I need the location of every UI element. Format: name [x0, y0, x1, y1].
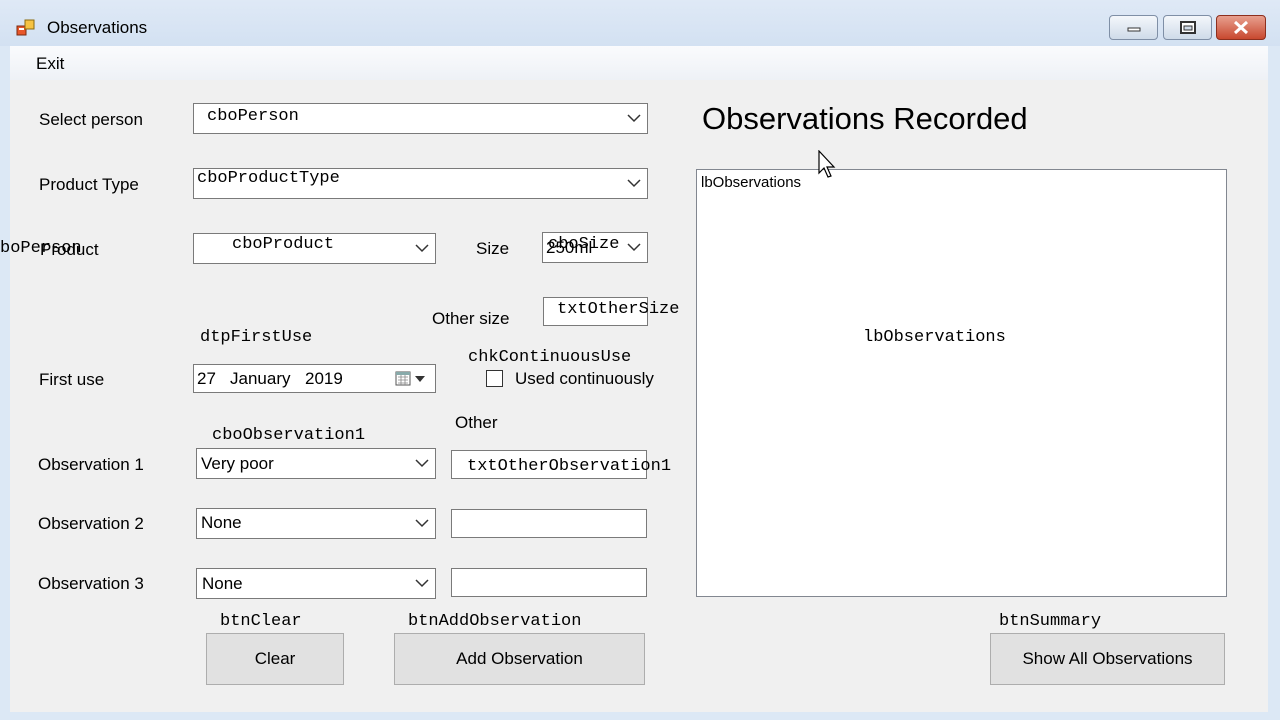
- select-person-label: Select person: [39, 110, 143, 129]
- observation3-label: Observation 3: [38, 574, 144, 593]
- show-all-observations-button[interactable]: Show All Observations: [990, 633, 1225, 685]
- used-continuously-label: Used continuously: [515, 369, 654, 388]
- person-design-name-overlap: boPerson: [0, 239, 82, 258]
- clear-button[interactable]: Clear: [206, 633, 344, 685]
- add-observation-button[interactable]: Add Observation: [394, 633, 645, 685]
- product-type-label: Product Type: [39, 175, 139, 194]
- chevron-down-icon: [415, 244, 429, 253]
- observations-listbox[interactable]: lbObservations lbObservations: [696, 169, 1227, 597]
- close-button[interactable]: [1216, 15, 1266, 40]
- product-type-combo-value: cboProductType: [197, 169, 340, 188]
- observation3-combo-value: None: [202, 574, 243, 593]
- observation1-other-field-value: txtOtherObservation1: [467, 457, 672, 476]
- observations-list-name-center: lbObservations: [863, 328, 1006, 347]
- product-type-combo[interactable]: cboProductType: [193, 168, 648, 199]
- size-design-name: cboSize: [548, 235, 620, 254]
- first-use-label: First use: [39, 370, 105, 389]
- chevron-down-icon: [415, 459, 429, 468]
- add-observation-design-name: btnAddObservation: [408, 612, 582, 631]
- other-size-label: Other size: [432, 309, 510, 328]
- size-combo[interactable]: 250ml cboSize: [542, 232, 648, 263]
- calendar-dropdown-icon[interactable]: [395, 371, 429, 387]
- first-use-year: 2019: [305, 369, 343, 388]
- menu-exit[interactable]: Exit: [36, 54, 64, 74]
- product-combo-value: cboProduct: [232, 235, 335, 254]
- person-combo-value: cboPerson: [207, 107, 299, 126]
- observation2-combo[interactable]: None: [196, 508, 436, 539]
- observation1-combo-value: Very poor: [201, 454, 274, 473]
- close-icon: [1233, 20, 1249, 35]
- observations-list-name-top: lbObservations: [701, 174, 802, 191]
- observation3-combo[interactable]: None: [196, 568, 436, 599]
- observation2-other-field[interactable]: [451, 509, 647, 538]
- observation1-design-name: cboObservation1: [212, 426, 366, 445]
- other-size-field[interactable]: txtOtherSize: [543, 297, 679, 326]
- continuous-use-design-name: chkContinuousUse: [468, 348, 632, 367]
- observation1-label: Observation 1: [38, 455, 144, 474]
- observation1-other-field[interactable]: txtOtherObservation1: [451, 450, 671, 479]
- other-size-field-value: txtOtherSize: [557, 300, 680, 319]
- other-label: Other: [455, 413, 498, 432]
- first-use-design-name: dtpFirstUse: [200, 328, 313, 347]
- mouse-cursor-icon: [818, 150, 836, 178]
- maximize-icon: [1180, 21, 1196, 34]
- menu-bar: [10, 46, 1268, 80]
- first-use-day: 27: [197, 369, 216, 388]
- chevron-down-icon: [415, 519, 429, 528]
- observation3-other-field[interactable]: [451, 568, 647, 597]
- title-bar: [0, 0, 1280, 46]
- person-combo[interactable]: cboPerson: [193, 103, 648, 134]
- minimize-icon: [1127, 27, 1141, 32]
- app-form-icon: [16, 18, 36, 38]
- size-label: Size: [476, 239, 510, 258]
- window-title: Observations: [47, 18, 148, 37]
- observation2-combo-value: None: [201, 513, 242, 532]
- observation2-label: Observation 2: [38, 514, 144, 533]
- chevron-down-icon: [415, 579, 429, 588]
- first-use-month: January: [230, 369, 291, 388]
- minimize-button[interactable]: [1109, 15, 1158, 40]
- chevron-down-icon: [627, 114, 641, 123]
- maximize-button[interactable]: [1163, 15, 1212, 40]
- summary-design-name: btnSummary: [999, 612, 1102, 631]
- used-continuously-checkbox[interactable]: [486, 370, 503, 387]
- product-combo[interactable]: cboProduct: [193, 233, 436, 264]
- first-use-date-picker[interactable]: 27 January 2019: [193, 364, 436, 393]
- observation1-combo[interactable]: Very poor: [196, 448, 436, 479]
- clear-design-name: btnClear: [220, 612, 302, 631]
- chevron-down-icon: [627, 179, 641, 188]
- chevron-down-icon: [627, 243, 641, 252]
- observations-heading: Observations Recorded: [702, 101, 1028, 136]
